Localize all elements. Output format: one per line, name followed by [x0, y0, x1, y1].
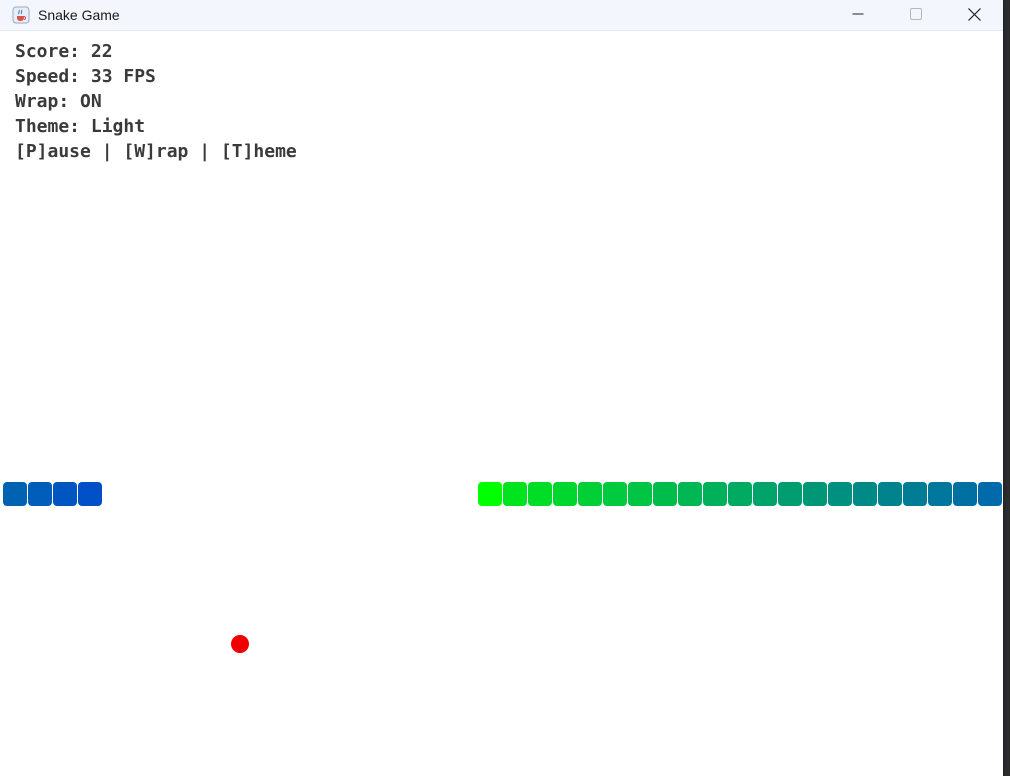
snake-segment: [778, 482, 802, 506]
snake-segment: [53, 482, 77, 506]
snake-segment: [878, 482, 902, 506]
snake-segment: [828, 482, 852, 506]
wrap-text: Wrap: ON: [15, 91, 102, 112]
speed-text: Speed: 33 FPS: [15, 66, 156, 87]
snake-segment: [703, 482, 727, 506]
snake-segment: [853, 482, 877, 506]
snake-segment: [3, 482, 27, 506]
controls-hint-text: [P]ause | [W]rap | [T]heme: [15, 141, 297, 162]
title-bar[interactable]: Snake Game: [0, 0, 1003, 31]
snake-segment: [528, 482, 552, 506]
snake-segment: [803, 482, 827, 506]
snake-segment: [628, 482, 652, 506]
close-icon: [967, 7, 981, 21]
maximize-icon: [910, 8, 922, 20]
snake-head: [478, 482, 502, 506]
score-text: Score: 22: [15, 41, 113, 62]
snake-segment: [78, 482, 102, 506]
hud: Score: 22 Speed: 33 FPS Wrap: ON Theme: …: [15, 39, 297, 164]
snake-segment: [28, 482, 52, 506]
window-title: Snake Game: [38, 7, 120, 23]
snake-segment: [553, 482, 577, 506]
game-canvas[interactable]: Score: 22 Speed: 33 FPS Wrap: ON Theme: …: [3, 31, 1003, 776]
minimize-icon: [852, 13, 864, 15]
snake-segment: [578, 482, 602, 506]
snake-segment: [953, 482, 977, 506]
app-window: Snake Game Score: 22 Speed: 33 FPS Wrap:…: [0, 0, 1003, 776]
snake-segment: [503, 482, 527, 506]
window-controls: [829, 0, 1003, 30]
snake-segment: [753, 482, 777, 506]
snake-segment: [728, 482, 752, 506]
snake-segment: [653, 482, 677, 506]
theme-text: Theme: Light: [15, 116, 146, 137]
maximize-button[interactable]: [887, 0, 945, 28]
minimize-button[interactable]: [829, 0, 887, 28]
snake-segment: [978, 482, 1002, 506]
food-apple: [231, 635, 249, 653]
snake-segment: [903, 482, 927, 506]
java-cup-icon: [12, 6, 30, 24]
close-button[interactable]: [945, 0, 1003, 28]
snake-segment: [928, 482, 952, 506]
snake-segment: [678, 482, 702, 506]
snake-segment: [603, 482, 627, 506]
